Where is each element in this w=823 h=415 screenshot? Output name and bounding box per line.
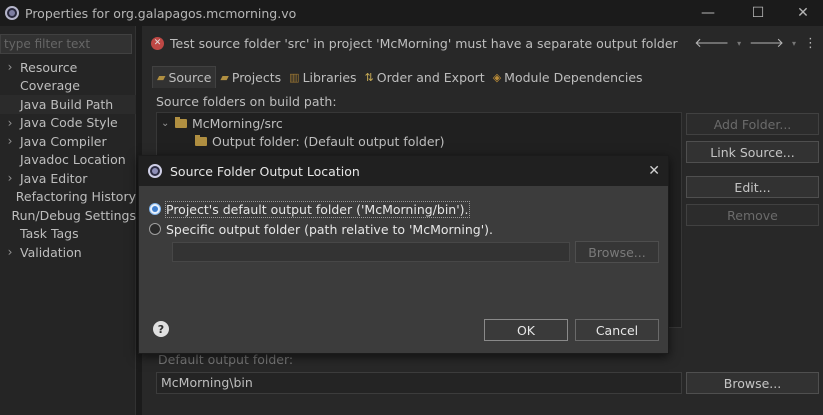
default-output-option[interactable]: Project's default output folder ('McMorn…	[149, 200, 470, 218]
output-location-dialog: Source Folder Output Location ✕ Project'…	[138, 155, 669, 354]
specific-output-path-input[interactable]	[172, 242, 570, 262]
specific-output-radio[interactable]	[149, 223, 161, 235]
cancel-button[interactable]: Cancel	[575, 319, 659, 341]
dialog-title: Source Folder Output Location	[170, 163, 360, 179]
dialog-close-button[interactable]: ✕	[648, 156, 660, 186]
default-output-radio[interactable]	[149, 203, 161, 215]
ok-button[interactable]: OK	[484, 319, 568, 341]
dialog-browse-button[interactable]: Browse...	[575, 241, 659, 263]
specific-output-option[interactable]: Specific output folder (path relative to…	[149, 220, 493, 238]
dialog-titlebar: Source Folder Output Location ✕	[139, 156, 668, 186]
help-icon[interactable]: ?	[153, 321, 169, 337]
eclipse-app-icon	[148, 164, 162, 178]
